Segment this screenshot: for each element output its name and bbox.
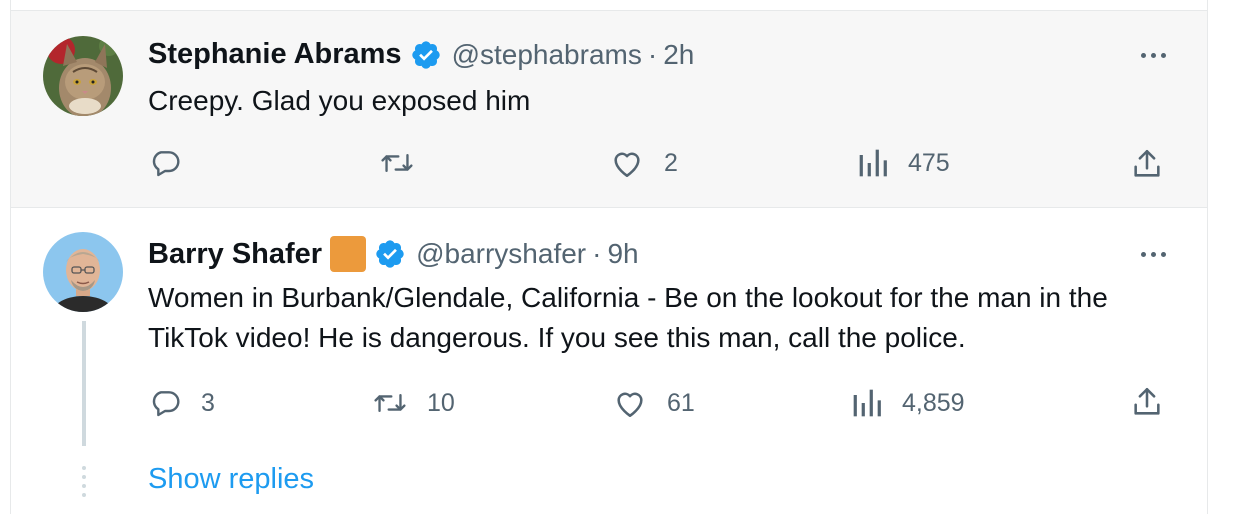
like-button[interactable]: 61 [613,387,695,419]
author-handle[interactable]: @stephabrams [452,39,642,71]
heart-icon [610,147,644,179]
heart-icon [613,387,647,419]
thread-dots [82,466,86,497]
like-count: 2 [664,148,678,177]
retweet-count: 10 [427,388,455,417]
view-count: 4,859 [902,388,965,417]
reply-icon [149,387,181,419]
thread-line [82,321,86,446]
like-button[interactable]: 2 [610,147,678,179]
timeline-frame: Stephanie Abrams @stephabrams · 2h Creep… [10,0,1208,514]
reply-count: 3 [201,388,215,417]
verified-badge-icon [410,39,442,71]
share-button[interactable] [1130,385,1164,419]
show-replies-link[interactable]: Show replies [148,463,314,496]
more-options-icon[interactable] [1133,45,1173,65]
verified-badge-icon [374,238,406,270]
timestamp[interactable]: 2h [663,39,694,71]
timestamp[interactable]: 9h [607,238,638,270]
tweet-text: Women in Burbank/Glendale, California - … [148,282,1108,353]
share-icon [1130,385,1164,419]
view-count: 475 [908,148,950,177]
share-button[interactable] [1130,147,1164,181]
tweet-barry-shafer[interactable]: Barry Shafer @barryshafer · 9h Women in … [11,208,1207,514]
tweet-header: Stephanie Abrams @stephabrams · 2h [148,38,694,71]
more-options-icon[interactable] [1133,244,1173,264]
avatar[interactable] [43,232,123,312]
tweet-stephanie-abrams[interactable]: Stephanie Abrams @stephabrams · 2h Creep… [11,11,1207,208]
share-icon [1130,147,1164,181]
author-name[interactable]: Barry Shafer [148,238,322,271]
like-count: 61 [667,388,695,417]
retweet-button[interactable] [380,147,414,179]
reply-button[interactable] [149,147,181,179]
affiliation-badge-icon[interactable] [330,236,367,272]
views-icon [858,147,888,179]
author-handle[interactable]: @barryshafer [416,238,586,270]
separator: · [592,238,602,269]
separator: · [647,38,658,70]
reply-icon [149,147,181,179]
tweet-header: Barry Shafer @barryshafer · 9h [148,236,639,272]
avatar[interactable] [43,36,123,116]
views-button[interactable]: 4,859 [852,387,965,419]
views-button[interactable]: 475 [858,147,950,179]
tweet-text: Creepy. Glad you exposed him [148,85,531,116]
retweet-icon [373,387,407,419]
retweet-icon [380,147,414,179]
retweet-button[interactable]: 10 [373,387,455,419]
views-icon [852,387,882,419]
reply-button[interactable]: 3 [149,387,215,419]
author-name[interactable]: Stephanie Abrams [148,38,402,71]
